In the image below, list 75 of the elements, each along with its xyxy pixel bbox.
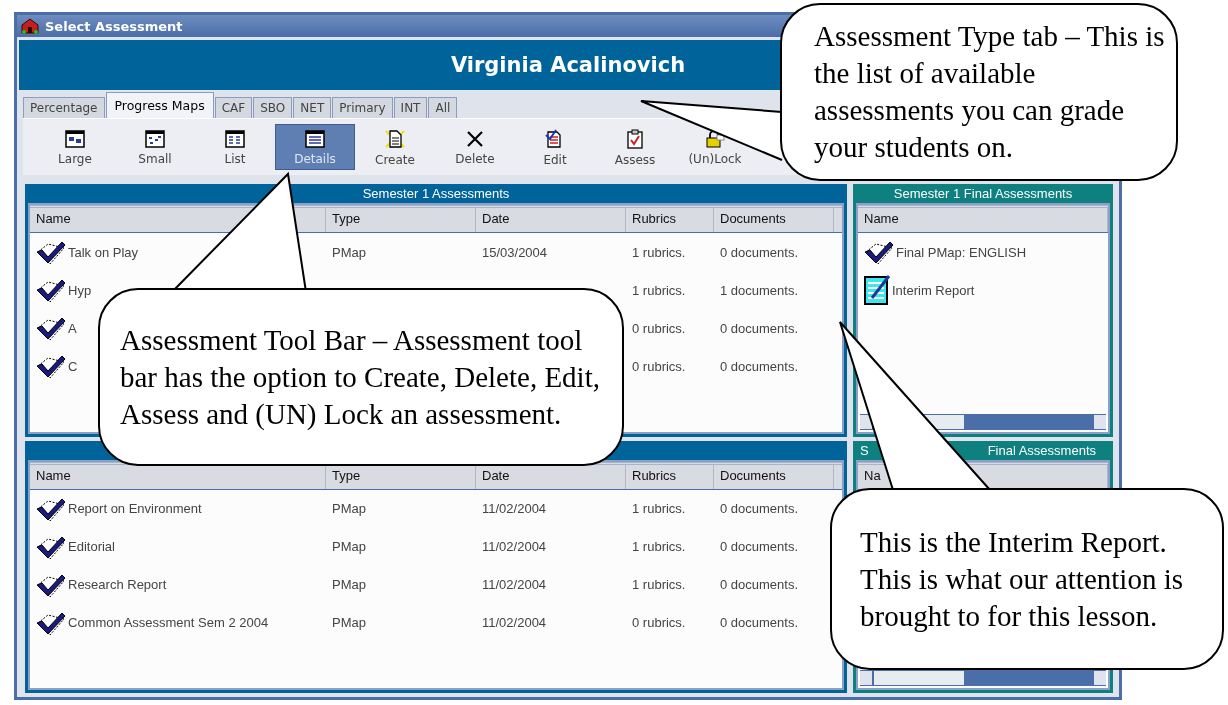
column-header[interactable]: Type <box>326 208 476 232</box>
school-building-icon <box>21 18 39 34</box>
assessment-name[interactable]: Hyp <box>68 282 92 298</box>
assessment-name[interactable]: Common Assessment Sem 2 2004 <box>68 615 269 630</box>
table-cell: 0 documents. <box>720 615 799 630</box>
assessment-name[interactable]: Editorial <box>68 539 115 554</box>
table-cell: 0 documents. <box>720 539 799 554</box>
table-cell: PMap <box>332 244 366 260</box>
window-title: Select Assessment <box>45 18 183 34</box>
toolbar-button[interactable]: Create <box>355 124 435 170</box>
horizontal-scrollbar[interactable] <box>860 670 1106 686</box>
table-cell: 1 rubrics. <box>632 244 686 260</box>
assessment-type-tab[interactable]: INT <box>393 97 428 118</box>
assessment-type-tab[interactable]: SBO <box>253 97 293 118</box>
table-cell: 11/02/2004 <box>482 539 547 554</box>
assessment-name[interactable]: Report on Environment <box>68 501 202 516</box>
toolbar-button[interactable]: List <box>195 125 275 169</box>
view-large-icon <box>65 130 85 148</box>
toolbar-button[interactable]: Edit <box>515 124 595 170</box>
notepad-icon <box>862 274 892 306</box>
view-list-icon <box>225 130 245 148</box>
toolbar-button[interactable]: Small <box>115 125 195 169</box>
table-cell: PMap <box>332 501 366 516</box>
assessment-name[interactable]: C <box>68 358 78 374</box>
assessment-name[interactable]: Research Report <box>68 577 167 592</box>
table-cell: 11/02/2004 <box>482 577 547 592</box>
view-details-icon <box>305 130 325 148</box>
assessment-type-tab[interactable]: All <box>428 97 458 118</box>
assessment-type-tab[interactable]: Percentage <box>23 97 105 118</box>
student-name: Virginia Acalinovich <box>450 53 686 77</box>
assessment-name[interactable]: Final PMap: ENGLISH <box>896 244 1027 260</box>
panel-title: Final Assessments <box>987 442 1096 458</box>
new-document-icon <box>384 129 406 149</box>
table-cell: PMap <box>332 615 366 630</box>
assessment-name[interactable]: A <box>68 320 77 336</box>
column-header[interactable]: Date <box>476 208 626 232</box>
table-cell: 1 rubrics. <box>632 501 686 516</box>
callout: Assessment Type tab – This is the list of available assessments you can grade your students on. <box>780 3 1178 181</box>
table-cell: 0 rubrics. <box>632 358 686 374</box>
column-header[interactable]: Rubrics <box>626 208 714 232</box>
view-small-icon <box>145 130 165 148</box>
assessment-type-tab[interactable]: Progress Maps <box>105 92 214 118</box>
table-cell: PMap <box>332 577 366 592</box>
toolbar-button[interactable]: Large <box>35 125 115 169</box>
assessment-name[interactable]: Interim Report <box>892 282 975 298</box>
assessment-type-tab[interactable]: Primary <box>332 97 393 118</box>
table-cell: 0 rubrics. <box>632 615 686 630</box>
x-icon <box>466 130 484 148</box>
table-cell: 1 rubrics. <box>632 282 686 298</box>
table-cell: 0 documents. <box>720 501 799 516</box>
clipboard-icon <box>626 129 644 149</box>
table-cell: 0 documents. <box>720 358 799 374</box>
table-cell: PMap <box>332 539 366 554</box>
toolbar-button[interactable]: Assess <box>595 124 675 170</box>
table-cell: 1 rubrics. <box>632 539 686 554</box>
assessment-type-tab[interactable]: NET <box>293 97 332 118</box>
table-cell: 11/02/2004 <box>482 615 547 630</box>
panel-title: Semester 1 Assessments <box>362 186 510 201</box>
toolbar-button[interactable]: Delete <box>435 125 515 169</box>
table-cell: 0 documents. <box>720 244 799 260</box>
column-header[interactable]: Documents <box>714 464 834 489</box>
padlock-icon <box>705 130 725 148</box>
table-cell: 0 rubrics. <box>632 320 686 336</box>
table-cell: 11/02/2004 <box>482 501 547 516</box>
table-cell: 15/03/2004 <box>482 244 548 260</box>
column-header[interactable]: Rubrics <box>626 464 714 489</box>
panel-title: Semester 1 Final Assessments <box>893 186 1073 201</box>
panel-title: S <box>860 442 869 458</box>
assessment-name[interactable]: Talk on Play <box>68 244 139 260</box>
column-header[interactable]: Documents <box>714 208 834 232</box>
assessment-type-tab[interactable]: CAF <box>214 97 253 118</box>
table-cell: 1 documents. <box>720 282 799 298</box>
table-cell: 0 documents. <box>720 577 799 592</box>
table-cell: 0 documents. <box>720 320 799 336</box>
table-cell: 1 rubrics. <box>632 577 686 592</box>
